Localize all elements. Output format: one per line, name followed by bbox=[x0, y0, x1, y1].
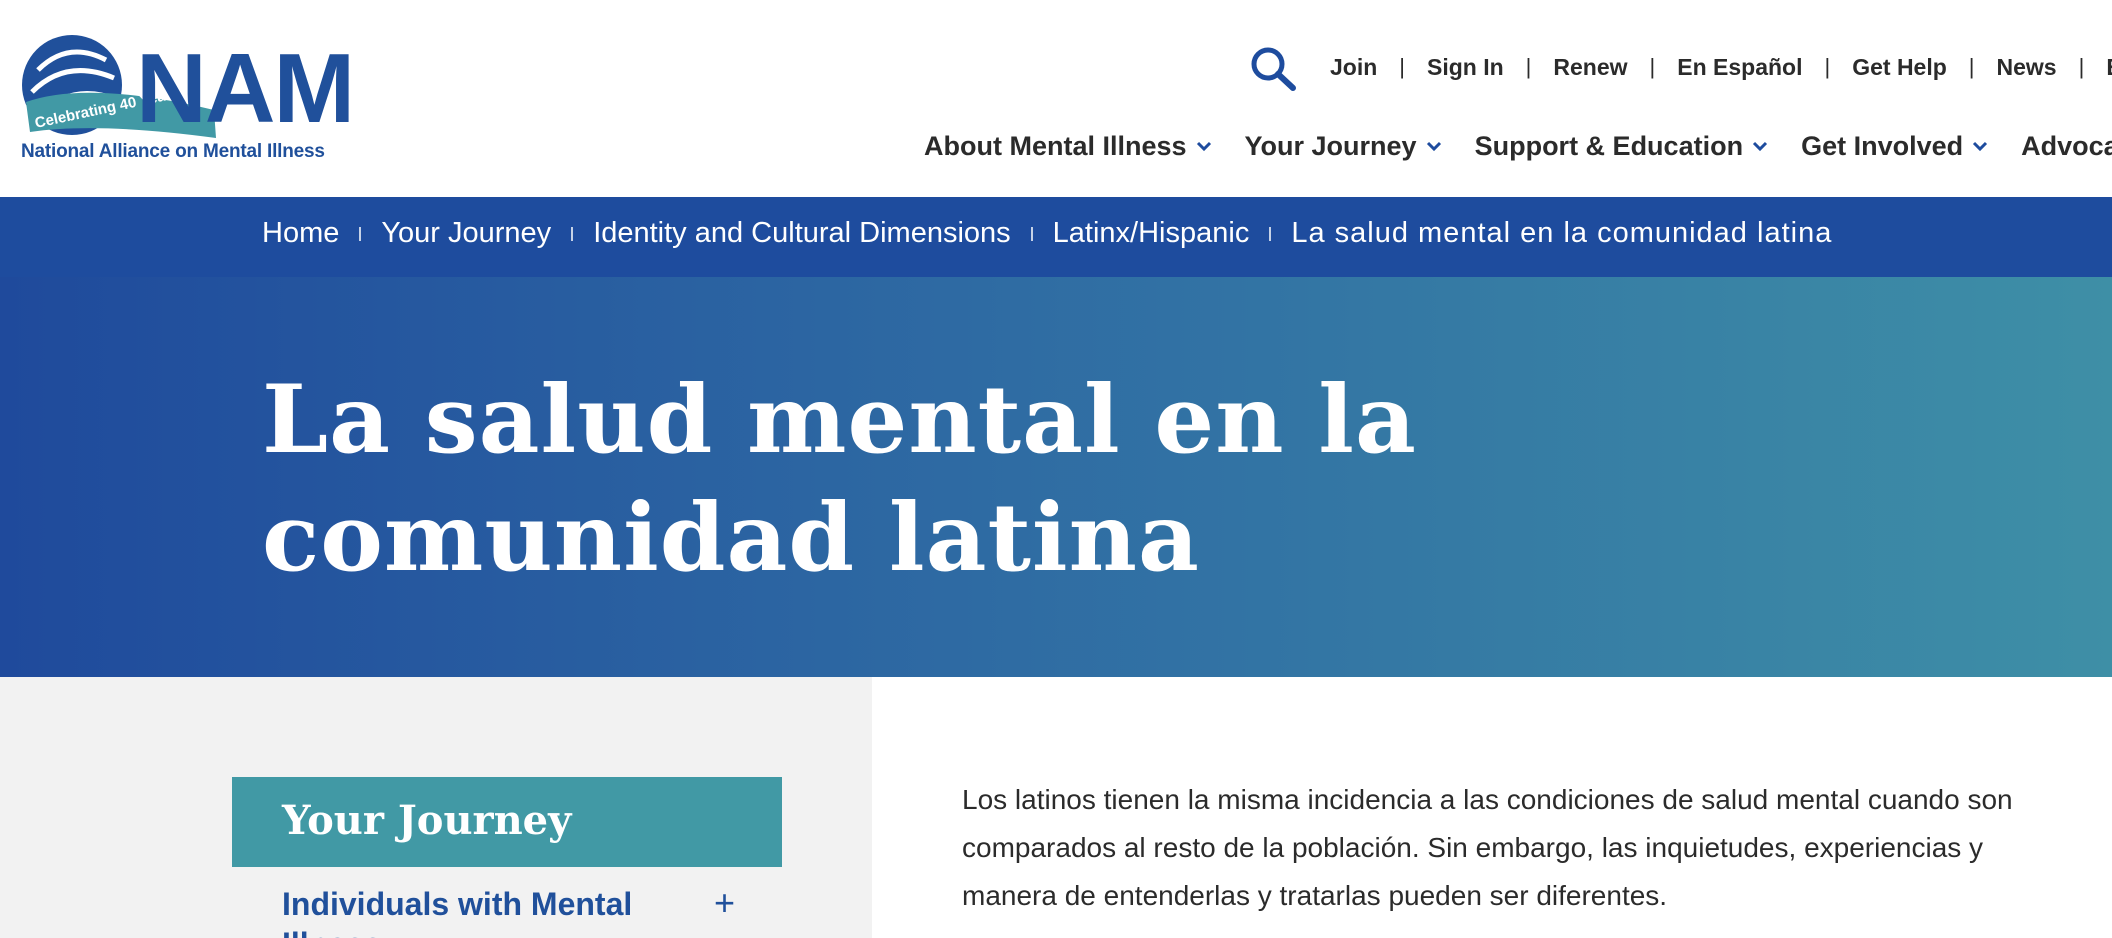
nav-support-education[interactable]: Support & Education bbox=[1475, 131, 1769, 162]
nav-label: Support & Education bbox=[1474, 130, 1744, 161]
sidebar-header: Your Journey bbox=[232, 777, 782, 867]
sidebar-item-individuals[interactable]: Individuals with Mental Illness + bbox=[232, 868, 782, 938]
chevron-down-icon bbox=[1425, 137, 1443, 155]
nav-label: Advocac bbox=[2021, 130, 2112, 161]
utility-separator: | bbox=[2078, 54, 2085, 79]
logo-caption: National Alliance on Mental Illness bbox=[21, 141, 325, 162]
nav-get-involved[interactable]: Get Involved bbox=[1801, 131, 1989, 162]
nav-label: Get Involved bbox=[1801, 130, 1964, 161]
intro-paragraph: Los latinos tienen la misma incidencia a… bbox=[962, 784, 2013, 911]
utility-link-espanol[interactable]: En Español bbox=[1677, 54, 1802, 81]
utility-link-sign-in[interactable]: Sign In bbox=[1427, 54, 1504, 81]
sidebar-item-label: Individuals with Mental Illness bbox=[282, 886, 633, 938]
breadcrumb-identity-cultural[interactable]: Identity and Cultural Dimensions bbox=[593, 217, 1010, 250]
nav-label: About Mental Illness bbox=[924, 130, 1187, 161]
nami-logo[interactable]: Celebrating 40 Years NAMI National Allia… bbox=[18, 30, 358, 170]
breadcrumb-latinx-hispanic[interactable]: Latinx/Hispanic bbox=[1053, 217, 1250, 250]
breadcrumb-separator bbox=[359, 226, 362, 241]
breadcrumb-your-journey[interactable]: Your Journey bbox=[381, 217, 551, 250]
expand-plus-icon[interactable]: + bbox=[714, 882, 735, 924]
utility-link-join[interactable]: Join bbox=[1330, 54, 1377, 81]
breadcrumb-separator bbox=[1030, 226, 1033, 241]
breadcrumb: Home Your Journey Identity and Cultural … bbox=[262, 217, 1832, 250]
nav-about-mental-illness[interactable]: About Mental Illness bbox=[924, 131, 1213, 162]
chevron-down-icon bbox=[1195, 137, 1213, 155]
nav-label: Your Journey bbox=[1244, 130, 1417, 161]
breadcrumb-separator bbox=[1269, 226, 1272, 241]
hero-banner: La salud mental en la comunidad latina bbox=[0, 277, 2112, 677]
page-title: La salud mental en la comunidad latina bbox=[262, 365, 1417, 593]
utility-separator: | bbox=[1649, 54, 1656, 79]
utility-separator: | bbox=[1968, 54, 1975, 79]
nav-advocacy[interactable]: Advocac bbox=[2021, 131, 2112, 162]
search-icon bbox=[1251, 47, 1296, 91]
main-nav: About Mental Illness Your Journey Suppor… bbox=[924, 126, 2112, 166]
utility-separator: | bbox=[1399, 54, 1405, 79]
sidebar-header-label: Your Journey bbox=[282, 797, 572, 844]
nav-your-journey[interactable]: Your Journey bbox=[1245, 131, 1443, 162]
breadcrumb-current: La salud mental en la comunidad latina bbox=[1291, 217, 1833, 249]
chevron-down-icon bbox=[1751, 137, 1769, 155]
breadcrumb-home[interactable]: Home bbox=[262, 217, 339, 250]
utility-nav: Join | Sign In | Renew | En Español | Ge… bbox=[1330, 50, 2112, 84]
chevron-down-icon bbox=[1971, 137, 1989, 155]
utility-separator: | bbox=[1525, 54, 1532, 79]
breadcrumb-separator bbox=[571, 226, 574, 241]
utility-link-renew[interactable]: Renew bbox=[1553, 54, 1627, 81]
utility-link-news[interactable]: News bbox=[1997, 54, 2057, 81]
site-header: Celebrating 40 Years NAMI National Allia… bbox=[0, 0, 2112, 197]
utility-link-get-help[interactable]: Get Help bbox=[1852, 54, 1947, 81]
search-button[interactable] bbox=[1248, 44, 1298, 92]
utility-separator: | bbox=[1824, 54, 1831, 79]
logo-wordmark: NAMI bbox=[136, 33, 358, 143]
breadcrumb-bar: Home Your Journey Identity and Cultural … bbox=[0, 197, 2112, 277]
utility-link-overflow[interactable]: E bbox=[2106, 54, 2112, 81]
